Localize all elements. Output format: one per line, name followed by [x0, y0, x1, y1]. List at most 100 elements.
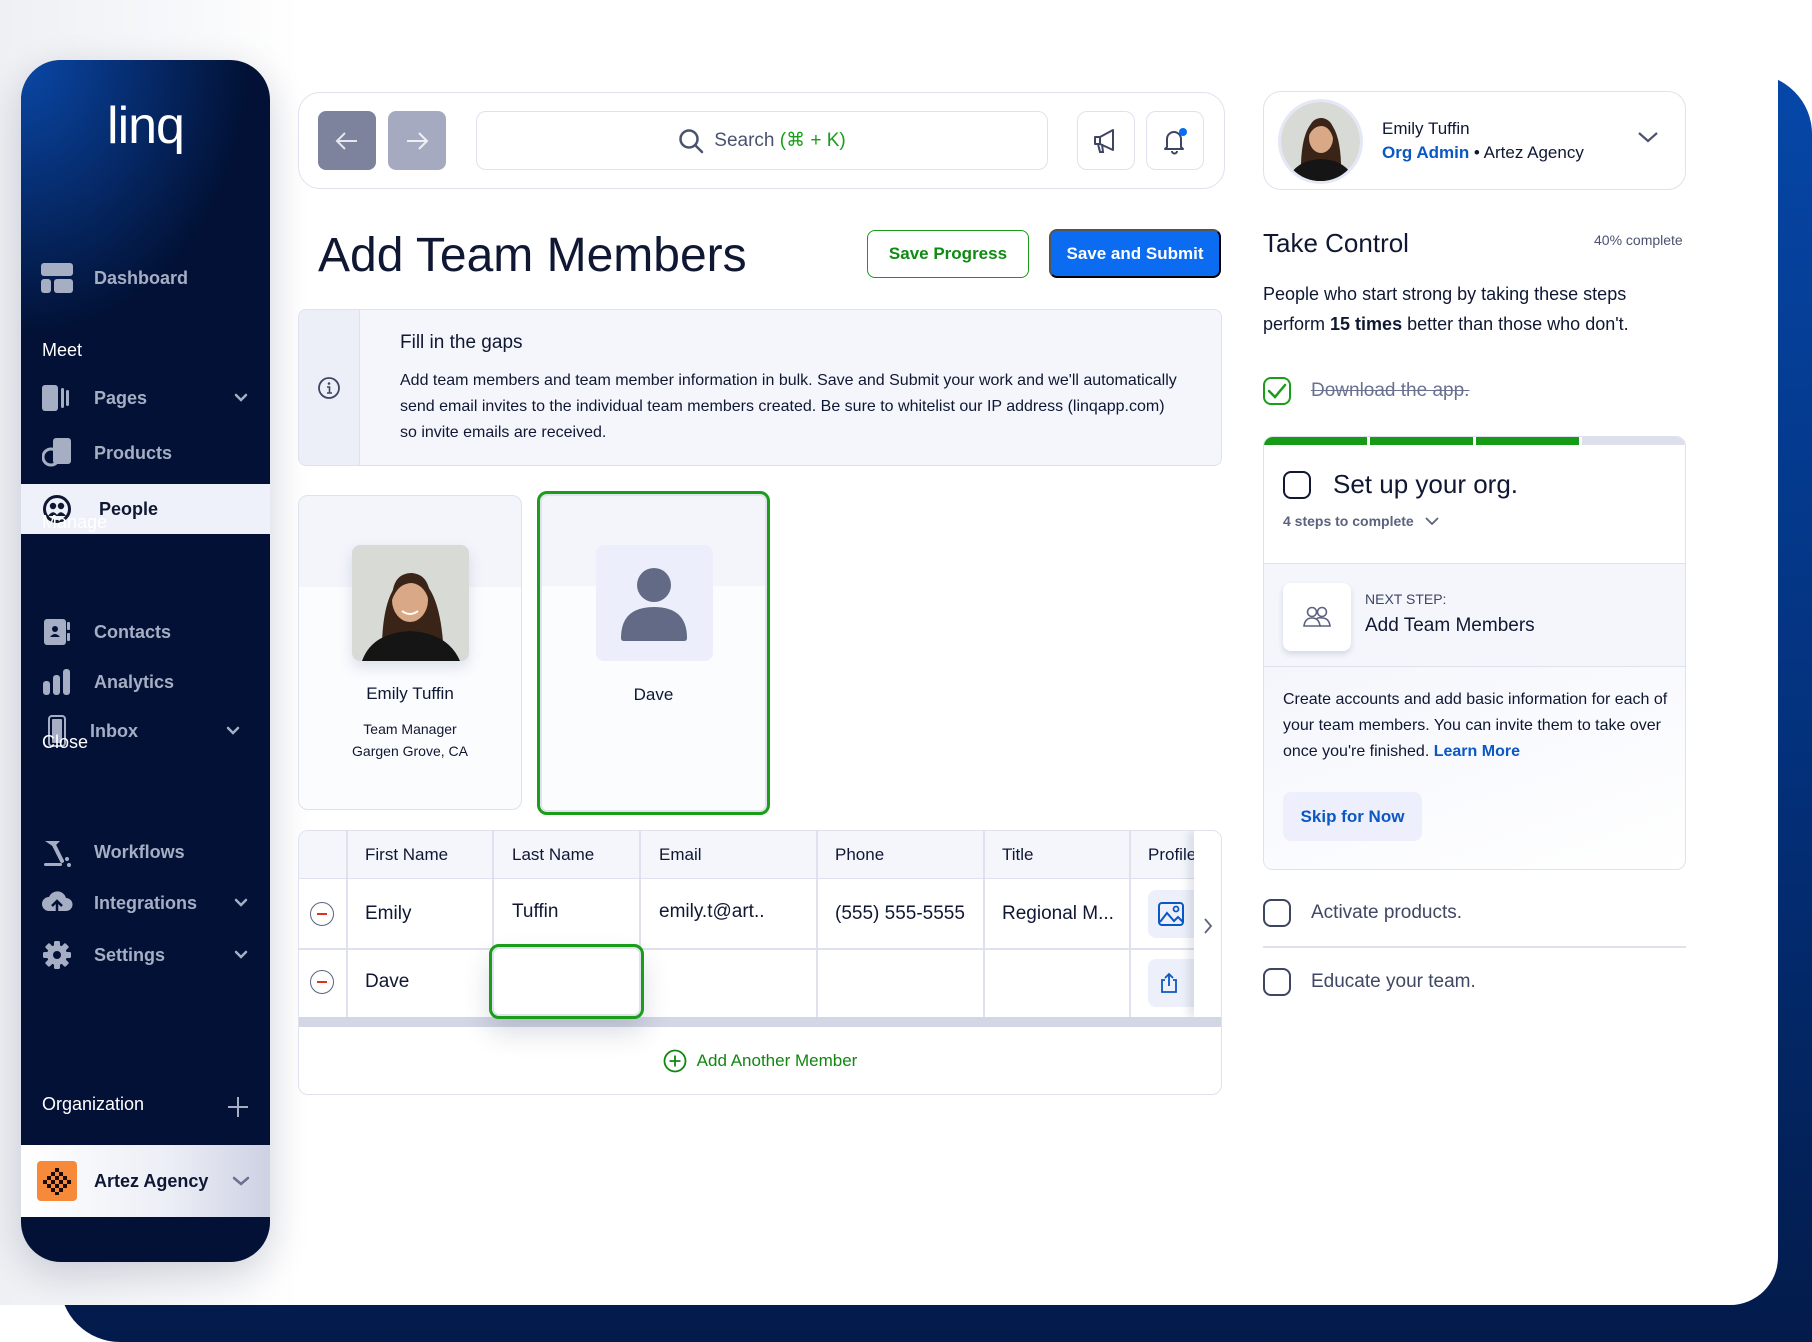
skip-button[interactable]: Skip for Now: [1283, 792, 1422, 841]
info-body: Add team members and team member informa…: [400, 372, 1177, 441]
search-input[interactable]: Search (⌘ + K): [476, 111, 1048, 170]
user-icon: [621, 568, 687, 641]
sidebar-item-label: Products: [94, 442, 173, 463]
task-educate-team[interactable]: Educate your team.: [1263, 968, 1476, 996]
sidebar-item-label: Integrations: [94, 892, 198, 913]
top-bar: Search (⌘ + K): [298, 92, 1225, 189]
user-profile-menu[interactable]: Emily Tuffin Org Admin • Artez Agency: [1263, 91, 1686, 190]
members-table: First Name Last Name Email Phone Title P…: [298, 830, 1222, 1095]
task-label: Set up your org.: [1333, 469, 1518, 499]
notifications-button[interactable]: [1146, 111, 1204, 170]
add-member-button[interactable]: Add Another Member: [299, 1049, 1221, 1073]
save-progress-button[interactable]: Save Progress: [867, 230, 1029, 278]
current-task-card: Set up your org. 4 steps to complete NEX…: [1263, 436, 1686, 870]
checkbox-checked[interactable]: [1263, 377, 1291, 405]
member-details: Team Manager Gargen Grove, CA: [352, 721, 468, 759]
sidebar-item-analytics[interactable]: Analytics: [21, 658, 270, 706]
sidebar-item-label: People: [99, 498, 159, 519]
next-step-label: NEXT STEP:: [1365, 591, 1447, 607]
cell-email[interactable]: emily.t@art..: [659, 901, 765, 923]
cell-last-name[interactable]: Tuffin: [512, 901, 558, 923]
add-organization-icon[interactable]: [227, 1096, 249, 1118]
cell-phone[interactable]: (555) 555-5555: [835, 903, 965, 925]
cell-title[interactable]: Regional M...: [1002, 903, 1114, 925]
column-header[interactable]: Email: [659, 845, 702, 865]
checkbox[interactable]: [1283, 470, 1311, 499]
user-role: Org Admin • Artez Agency: [1382, 143, 1584, 162]
forward-button[interactable]: [388, 111, 446, 170]
megaphone-icon: [1094, 128, 1114, 153]
sidebar: linq Dashboard Meet Pages Products Peopl…: [21, 60, 270, 1262]
chevron-down-icon[interactable]: [1637, 130, 1659, 144]
image-icon: [1158, 902, 1184, 926]
info-title: Fill in the gaps: [400, 332, 523, 353]
member-name: Dave: [633, 685, 674, 704]
chevron-down-icon[interactable]: [226, 724, 240, 738]
remove-row-button[interactable]: [310, 902, 334, 926]
task-setup-org[interactable]: Set up your org.: [1283, 469, 1518, 500]
scroll-right-icon[interactable]: [1202, 917, 1214, 935]
chevron-down-icon[interactable]: [234, 948, 248, 962]
sidebar-item-workflows[interactable]: Workflows: [21, 828, 270, 876]
column-header[interactable]: Profile: [1148, 845, 1196, 865]
chevron-down-icon[interactable]: [234, 896, 248, 910]
sidebar-item-label: Analytics: [94, 671, 175, 692]
chevron-down-icon: [1425, 517, 1439, 526]
remove-row-button[interactable]: [310, 970, 334, 994]
column-header[interactable]: Title: [1002, 845, 1034, 865]
org-switcher[interactable]: Artez Agency: [21, 1145, 270, 1217]
section-close: Close: [42, 732, 89, 752]
section-manage: Manage: [42, 512, 108, 532]
member-card[interactable]: Emily Tuffin Team Manager Gargen Grove, C…: [298, 495, 522, 810]
sidebar-item-pages[interactable]: Pages: [21, 374, 270, 422]
last-name-input[interactable]: [489, 944, 644, 1019]
team-icon: [1283, 583, 1351, 651]
workflows-icon: [41, 836, 73, 868]
cell-first-name[interactable]: Dave: [365, 971, 409, 993]
sidebar-item-products[interactable]: Products: [21, 429, 270, 477]
bell-icon: [1164, 127, 1187, 154]
column-header[interactable]: Last Name: [512, 845, 594, 865]
column-header[interactable]: Phone: [835, 845, 884, 865]
member-card-selected[interactable]: Dave: [537, 491, 770, 815]
sidebar-item-settings[interactable]: Settings: [21, 931, 270, 979]
checkbox[interactable]: [1263, 899, 1291, 927]
progress-segment: [1264, 437, 1367, 445]
sidebar-item-contacts[interactable]: Contacts: [21, 608, 270, 656]
announcements-button[interactable]: [1077, 111, 1135, 170]
task-label: Activate products.: [1311, 902, 1463, 923]
next-step[interactable]: NEXT STEP: Add Team Members: [1264, 563, 1685, 667]
save-submit-button[interactable]: Save and Submit: [1049, 229, 1221, 278]
pages-icon: [41, 382, 73, 414]
checkbox[interactable]: [1263, 968, 1291, 996]
task-activate-products[interactable]: Activate products.: [1263, 899, 1462, 927]
avatar: [1281, 102, 1360, 181]
task-download-app[interactable]: Download the app.: [1263, 377, 1469, 405]
sidebar-item-dashboard[interactable]: Dashboard: [21, 254, 270, 302]
sidebar-item-label: Workflows: [94, 841, 185, 862]
take-control-description: People who start strong by taking these …: [1263, 284, 1629, 334]
cell-first-name[interactable]: Emily: [365, 903, 411, 925]
progress-segment: [1582, 437, 1685, 445]
sidebar-item-label: Dashboard: [94, 267, 189, 288]
gear-icon: [41, 939, 73, 971]
learn-more-link[interactable]: Learn More: [1434, 743, 1520, 760]
back-button[interactable]: [318, 111, 376, 170]
column-header[interactable]: First Name: [365, 845, 448, 865]
steps-toggle[interactable]: 4 steps to complete: [1283, 513, 1440, 529]
cloud-upload-icon: [41, 887, 73, 919]
member-photo: [352, 545, 469, 661]
horizontal-scrollbar[interactable]: [299, 1017, 1221, 1027]
chevron-down-icon[interactable]: [234, 391, 248, 405]
sidebar-item-label: Contacts: [94, 621, 172, 642]
chevron-down-icon[interactable]: [232, 1174, 250, 1188]
user-role-label: Org Admin: [1382, 143, 1470, 162]
upload-icon: [1161, 972, 1177, 993]
user-org: Artez Agency: [1483, 143, 1584, 162]
arrow-right-icon: [407, 131, 429, 150]
next-step-title: Add Team Members: [1365, 615, 1535, 636]
linq-logo[interactable]: linq: [21, 96, 270, 156]
info-banner: Fill in the gaps Add team members and te…: [298, 309, 1222, 466]
sidebar-item-integrations[interactable]: Integrations: [21, 879, 270, 927]
task-label: Download the app.: [1311, 380, 1470, 401]
